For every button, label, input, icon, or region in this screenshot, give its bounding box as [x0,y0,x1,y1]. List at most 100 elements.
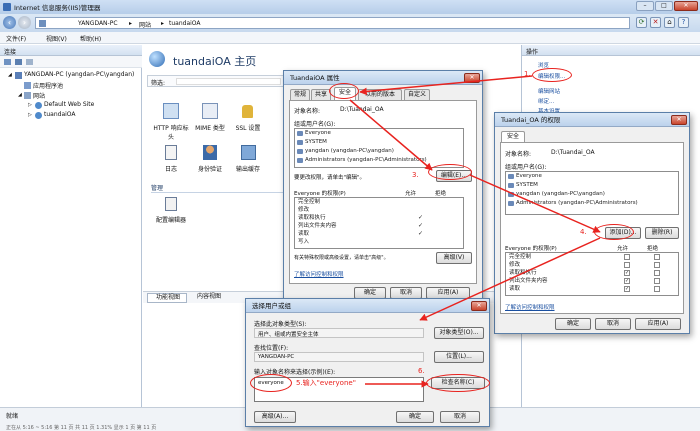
permission-row: 读取和执行 ✓ [509,269,678,277]
feature-ssl[interactable]: SSL 设置 [229,103,267,141]
menu-view[interactable]: 视图(V) [46,34,67,43]
advanced-hint: 有关特殊权限或高级设置，请单击"高级"。 [294,255,389,261]
tab-security[interactable]: 安全 [501,131,525,142]
menu-bar: 文件(F) 视图(V) 帮助(H) [0,32,700,44]
user-name: SYSTEM [305,139,327,145]
connect-icon[interactable] [4,59,11,65]
object-label: 对象名称: [294,108,321,115]
select-users-dialog: 选择用户或组 ✕ 选择此对象类型(S): 用户、组或内置安全主体 对象类型(O).… [245,298,490,427]
breadcrumb-sites[interactable]: 网站 [139,20,151,29]
expand-icon[interactable]: ▷ [28,112,32,118]
feature-label: 日志 [164,166,177,173]
list-item[interactable]: SYSTEM [506,181,678,190]
action-bindings[interactable]: 绑定... [538,97,554,105]
edit-hint: 要更改权限，请单击"编辑"。 [294,175,366,181]
allow-header: 允许 [617,246,629,252]
allow-checkbox[interactable] [624,254,630,260]
user-list[interactable]: Everyone SYSTEM yangdan (yangdan-PC\yang… [505,171,679,215]
expand-icon[interactable]: ▷ [28,102,32,108]
allow-header: 允许 [405,191,417,197]
forward-icon[interactable]: › [18,16,31,29]
content-view-tab[interactable]: 内容视图 [189,293,227,303]
tab-general[interactable]: 常规 [290,89,310,100]
feature-config-editor[interactable]: 配置编辑器 [151,197,191,227]
object-types-button[interactable]: 对象类型(O)... [434,327,484,339]
deny-checkbox[interactable] [654,262,660,268]
feature-mime[interactable]: MIME 类型 [191,103,229,141]
expand-icon[interactable]: ◢ [8,72,12,78]
feature-logging[interactable]: 日志 [151,145,191,175]
close-icon[interactable]: ✕ [471,301,487,311]
expand-icon[interactable]: ◢ [18,92,22,98]
cancel-button[interactable]: 取消 [595,318,631,330]
list-item[interactable]: Administrators (yangdan-PC\Administrator… [295,156,463,165]
ok-button[interactable]: 确定 [396,411,434,423]
list-item[interactable]: yangdan (yangdan-PC\yangdan) [506,190,678,199]
object-type-value: 用户、组或内置安全主体 [258,332,319,338]
tab-previous-versions[interactable]: 以前的版本 [358,89,402,100]
feature-output-cache[interactable]: 输出缓存 [229,145,267,175]
breadcrumb-server[interactable]: YANGDAN-PC [78,20,118,27]
save-icon[interactable] [15,59,22,65]
features-view-tab[interactable]: 功能视图 [147,293,187,303]
delete-icon[interactable] [26,59,33,65]
user-key-icon [203,145,217,160]
stop-icon[interactable]: ✕ [650,17,661,28]
users-icon [508,183,514,188]
deny-checkbox[interactable] [654,270,660,276]
list-item[interactable]: yangdan (yangdan-PC\yangdan) [295,147,463,156]
cancel-button[interactable]: 取消 [440,411,480,423]
filter-input[interactable] [176,78,281,85]
list-item[interactable]: Everyone [295,129,463,138]
properties-dialog: TuandaiOA 属性 ✕ 常规 共享 安全 以前的版本 自定义 对象名称: D… [283,70,483,300]
allow-checkbox[interactable]: ✓ [624,278,630,284]
refresh-icon[interactable]: ⟳ [636,17,647,28]
permission-row: 修改 [509,261,678,269]
tab-custom[interactable]: 自定义 [404,89,430,100]
home-icon[interactable]: ⌂ [664,17,675,28]
user-name: Administrators (yangdan-PC\Administrator… [516,200,638,206]
breadcrumb-site[interactable]: tuandaiOA [169,20,201,27]
feature-auth[interactable]: 身份验证 [191,145,229,175]
globe-icon [35,112,42,119]
action-edit-site[interactable]: 编辑网站 [538,87,560,95]
apply-button[interactable]: 应用(A) [635,318,681,330]
list-item[interactable]: Everyone [506,172,678,181]
deny-checkbox[interactable] [654,254,660,260]
allow-checkbox[interactable]: ✓ [624,286,630,292]
ok-button[interactable]: 确定 [555,318,591,330]
allow-checkbox[interactable]: ✓ [624,270,630,276]
menu-file[interactable]: 文件(F) [6,34,26,43]
connections-toolbar [0,56,142,68]
perm-name: 列出文件夹内容 [509,278,548,284]
tab-sharing[interactable]: 共享 [311,89,331,100]
back-icon[interactable]: ‹ [3,16,16,29]
minimize-button[interactable]: – [636,1,654,11]
tree-label: 应用程序池 [33,83,64,90]
close-icon[interactable]: ✕ [671,115,687,125]
maximize-button[interactable]: □ [655,1,673,11]
allow-checkbox[interactable] [624,262,630,268]
list-item[interactable]: SYSTEM [295,138,463,147]
close-icon[interactable]: ✕ [464,73,480,83]
dialog-title: TuandaiOA 属性 [290,74,340,82]
deny-checkbox[interactable] [654,286,660,292]
advanced-button[interactable]: 高级(A)... [254,411,296,423]
feature-http-headers[interactable]: HTTP 响应标头 [151,103,191,141]
user-list[interactable]: Everyone SYSTEM yangdan (yangdan-PC\yang… [294,128,464,168]
locations-button[interactable]: 位置(L)... [434,351,484,363]
close-button[interactable]: ✕ [674,1,698,11]
deny-checkbox[interactable] [654,278,660,284]
address-box[interactable]: YANGDAN-PC ▸ 网站 ▸ tuandaiOA [35,17,630,29]
learn-link[interactable]: 了解访问控制和权限 [294,270,344,278]
user-name: yangdan (yangdan-PC\yangdan) [305,148,394,154]
menu-help[interactable]: 帮助(H) [80,34,101,43]
list-item[interactable]: Administrators (yangdan-PC\Administrator… [506,199,678,208]
connections-title: 连接 [4,49,17,56]
remove-button[interactable]: 删除(R) [645,227,679,239]
advanced-button[interactable]: 高级(V) [436,252,472,264]
help-icon[interactable]: ? [678,17,689,28]
users-icon [508,174,514,179]
learn-link[interactable]: 了解访问控制和权限 [505,303,555,311]
deny-header: 拒绝 [647,246,659,252]
